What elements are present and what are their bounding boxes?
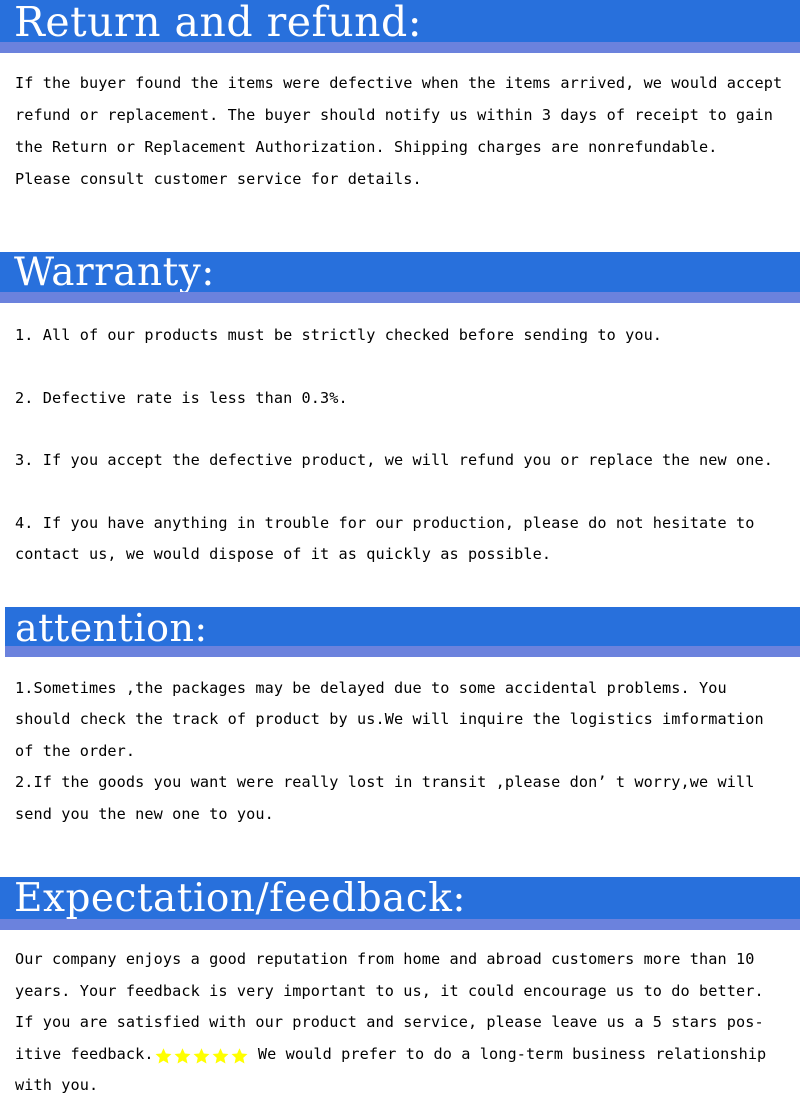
text-line: with you. [15, 1076, 99, 1094]
warranty-item: 4. If you have anything in trouble for o… [15, 513, 755, 532]
text-line: 1.Sometimes ,the packages may be delayed… [15, 678, 727, 697]
text-line: Our company enjoys a good reputation fro… [15, 950, 755, 968]
section-banner-return: Return and refund: [0, 0, 800, 53]
section-body-expectation: Our company enjoys a good reputation fro… [0, 930, 800, 1102]
text-line: should check the track of product by us.… [15, 710, 764, 728]
section-banner-attention: attention: [5, 606, 800, 657]
warranty-item: 1. All of our products must be strictly … [15, 326, 663, 344]
warranty-item: contact us, we would dispose of it as qu… [15, 545, 552, 563]
section-banner-expectation: Expectation/feedback: [0, 877, 800, 930]
star-rating [154, 1047, 249, 1065]
text-line: If you are satisfied with our product an… [15, 1013, 764, 1031]
text-line: send you the new one to you. [15, 804, 274, 823]
star-icon [230, 1047, 249, 1065]
warranty-item: 3. If you accept the defective product, … [15, 451, 773, 469]
text-before-stars: itive feedback. [15, 1044, 154, 1063]
text-line: 2.If the goods you want were really lost… [15, 773, 755, 791]
star-icon [154, 1047, 173, 1065]
star-icon [173, 1047, 192, 1065]
section-title-warranty: Warranty: [14, 252, 215, 295]
text-after-stars: We would prefer to do a long-term busine… [248, 1044, 767, 1063]
section-body-warranty: 1. All of our products must be strictly … [0, 303, 800, 571]
section-body-attention: 1.Sometimes ,the packages may be delayed… [0, 657, 800, 831]
section-title-expectation: Expectation/feedback: [14, 877, 467, 921]
text-line-with-stars: itive feedback. We would prefer to do a … [15, 1039, 800, 1071]
text-line: refund or replacement. The buyer should … [15, 106, 773, 124]
warranty-item: 2. Defective rate is less than 0.3%. [15, 388, 348, 407]
product-policy-page: Return and refund: If the buyer found th… [0, 0, 800, 1113]
star-icon [192, 1047, 211, 1065]
section-body-return: If the buyer found the items were defect… [0, 53, 800, 195]
section-title-return: Return and refund: [14, 0, 423, 46]
text-line: Please consult customer service for deta… [15, 170, 422, 188]
text-line: of the order. [15, 741, 136, 760]
text-line: years. Your feedback is very important t… [15, 981, 764, 1000]
text-line: the Return or Replacement Authorization.… [15, 138, 718, 156]
section-banner-warranty: Warranty: [0, 252, 800, 303]
star-icon [211, 1047, 230, 1065]
text-line: If the buyer found the items were defect… [15, 74, 783, 92]
section-title-attention: attention: [15, 606, 208, 650]
